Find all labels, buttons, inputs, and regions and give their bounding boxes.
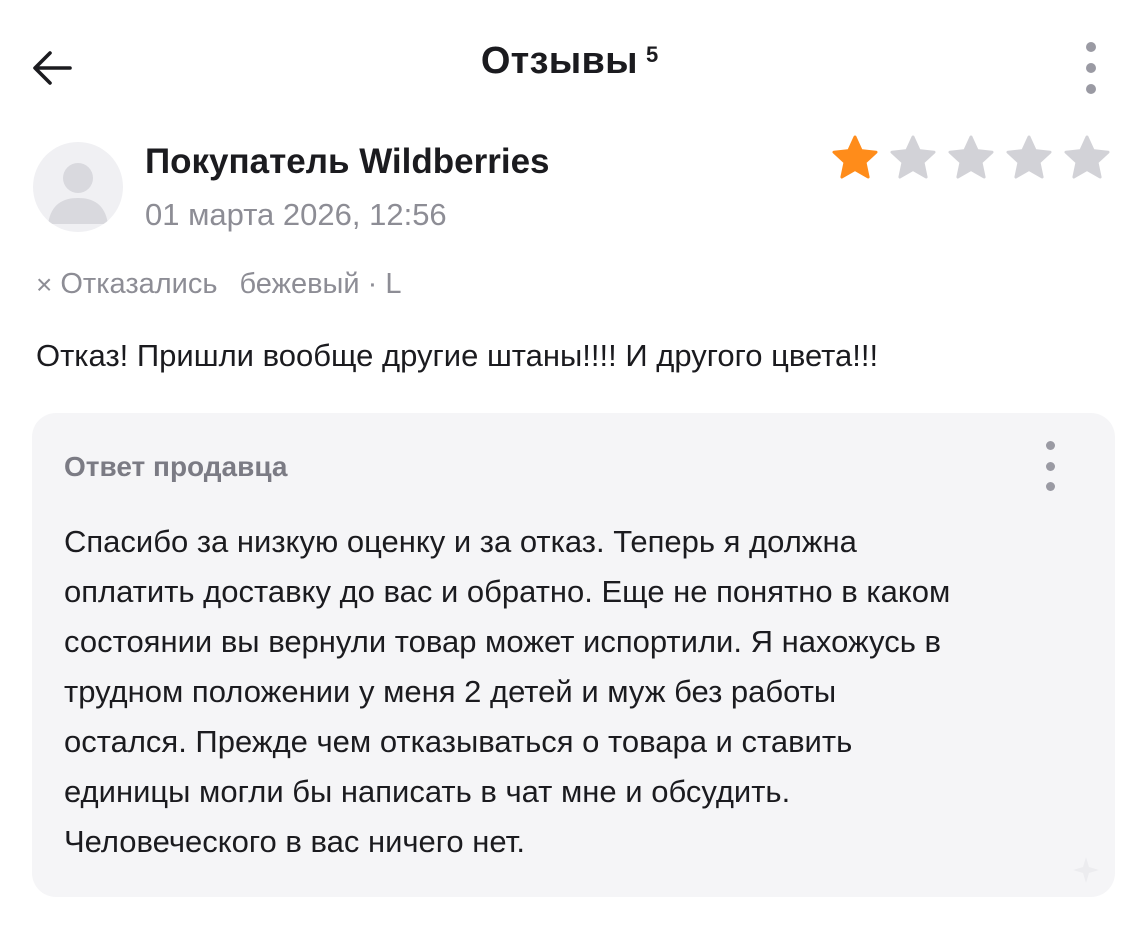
product-variant: бежевый · L — [239, 268, 402, 300]
star-icon — [1063, 134, 1111, 182]
more-vertical-icon — [1086, 42, 1096, 52]
reply-line: трудном положении у меня 2 детей и муж б… — [64, 674, 837, 709]
seller-reply-text: Спасибо за низкую оценку и за отказ. Теп… — [64, 517, 950, 867]
avatar — [33, 142, 123, 232]
review-text: Отказ! Пришли вообще другие штаны!!!! И … — [36, 338, 879, 373]
reply-line: единицы могли бы написать в чат мне и об… — [64, 774, 791, 809]
reply-line: остался. Прежде чем отказываться о товар… — [64, 724, 853, 759]
review-author: Покупатель Wildberries — [145, 142, 550, 181]
review-date: 01 марта 2026, 12:56 — [145, 197, 447, 232]
reply-line: оплатить доставку до вас и обратно. Еще … — [64, 574, 951, 609]
reply-line: Спасибо за низкую оценку и за отказ. Теп… — [64, 524, 857, 559]
seller-reply-card: Ответ продавца Спасибо за низкую оценку … — [32, 413, 1115, 897]
seller-reply-title: Ответ продавца — [64, 451, 288, 482]
user-placeholder-icon — [48, 163, 108, 224]
page-title-wrap: Отзывы 5 — [0, 40, 1139, 83]
page-title: Отзывы — [480, 40, 638, 82]
star-icon — [889, 134, 937, 182]
sparkle-icon — [1073, 857, 1099, 883]
star-icon — [947, 134, 995, 182]
order-status: Отказались — [60, 268, 218, 300]
reply-more-button[interactable] — [1035, 441, 1065, 491]
reply-line: состоянии вы вернули товар может испорти… — [64, 624, 941, 659]
close-icon: × — [36, 268, 53, 300]
star-icon — [831, 134, 879, 182]
more-menu-button[interactable] — [1071, 40, 1111, 96]
reply-line: Человеческого в вас ничего нет. — [64, 824, 525, 859]
order-variant-line: × Отказались бежевый · L — [36, 268, 401, 301]
more-vertical-icon — [1045, 441, 1055, 450]
rating-stars — [831, 134, 1111, 182]
top-bar: Отзывы 5 — [0, 0, 1139, 130]
reviews-count-badge: 5 — [645, 42, 659, 67]
star-icon — [1005, 134, 1053, 182]
